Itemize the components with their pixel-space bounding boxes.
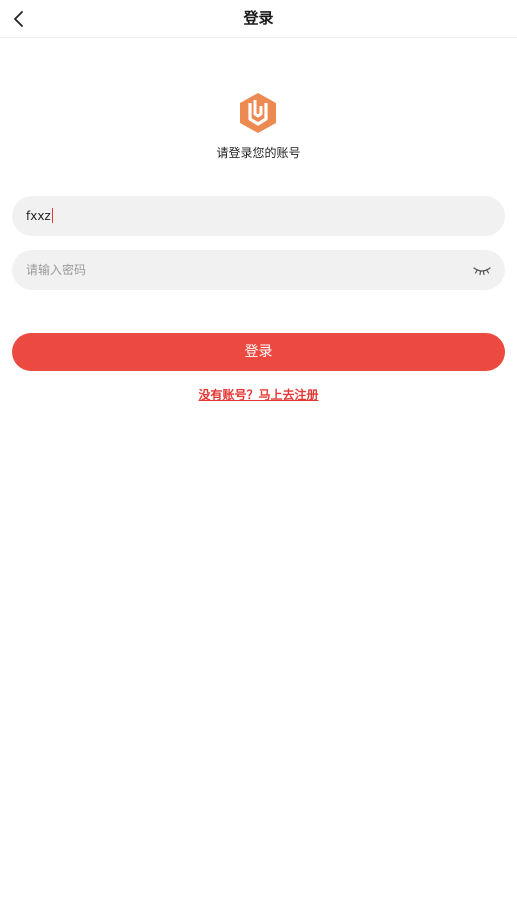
text-cursor [51, 208, 54, 223]
eye-closed-icon[interactable] [473, 264, 491, 276]
password-placeholder: 请输入密码 [26, 263, 87, 277]
login-button[interactable]: 登录 [12, 333, 505, 371]
register-link[interactable]: 没有账号？马上去注册 [0, 387, 517, 403]
username-value: fxxz [26, 209, 51, 223]
username-field[interactable]: fxxz [12, 196, 505, 236]
login-subtitle: 请登录您的账号 [216, 146, 301, 160]
brand-logo-icon [240, 93, 276, 133]
page-title: 登录 [243, 9, 274, 27]
nav-bar: 登录 [0, 0, 517, 38]
password-field[interactable]: 请输入密码 [12, 250, 505, 290]
